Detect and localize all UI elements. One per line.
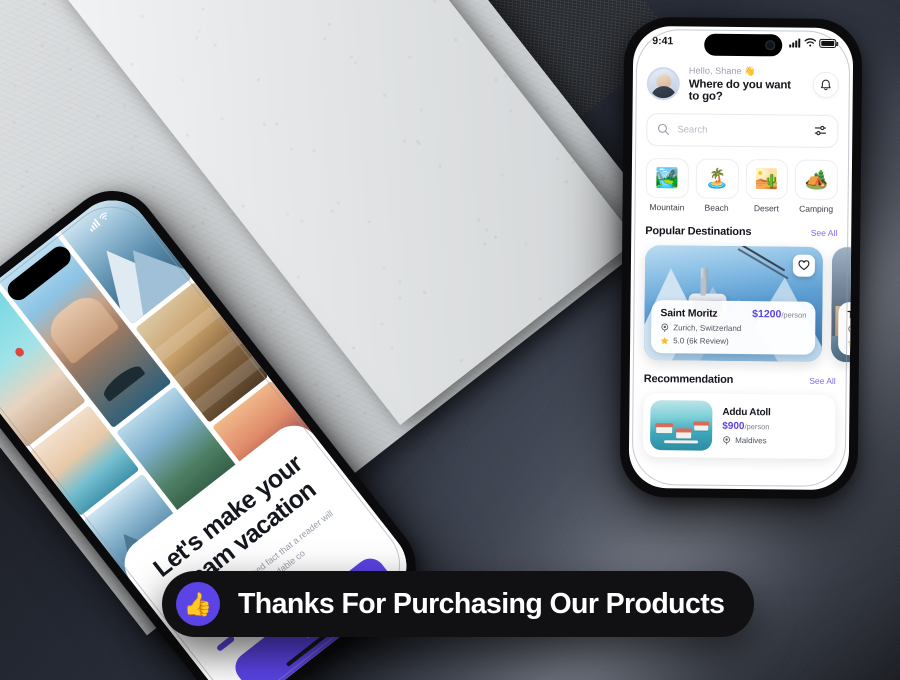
star-icon — [660, 336, 669, 344]
phone-right-screen: 9:41 Hello, Shane 👋 Where do you want to… — [628, 25, 854, 491]
recommendation-name: Addu Atoll — [722, 406, 771, 418]
category-label: Camping — [799, 203, 834, 214]
search-input[interactable]: Search — [646, 112, 839, 148]
see-all-link-popular[interactable]: See All — [811, 227, 838, 237]
status-bar: 9:41 — [633, 26, 853, 58]
greeting-text: Hello, Shane 👋 — [688, 65, 756, 77]
destination-rating-row: 5.0 (6k Review) — [660, 336, 806, 347]
filter-sliders-icon[interactable] — [814, 125, 827, 137]
recommendation-photo — [649, 399, 713, 451]
search-icon — [657, 123, 669, 135]
wifi-icon — [803, 38, 816, 47]
section-title: Recommendation — [643, 372, 734, 386]
banner-text: Thanks For Purchasing Our Products — [238, 587, 725, 620]
category-item-mountain[interactable]: 🏞️ Mountain — [645, 157, 689, 212]
front-camera-icon — [765, 40, 776, 51]
phone-mockup-home: 9:41 Hello, Shane 👋 Where do you want to… — [619, 16, 863, 500]
destination-name: Saint Moritz — [660, 306, 718, 320]
battery-icon — [819, 38, 837, 48]
notification-button[interactable] — [812, 71, 839, 99]
favorite-button[interactable] — [792, 254, 816, 277]
mountain-icon: 🏞️ — [645, 157, 689, 198]
destination-card-tokyo[interactable]: Tok — [830, 246, 854, 363]
star-icon — [847, 338, 854, 346]
home-content: Hello, Shane 👋 Where do you want to go? — [629, 56, 854, 459]
thumbs-up-icon: 👍 — [176, 582, 220, 626]
recommendation-info: Addu Atoll $900/person Maldives — [722, 406, 828, 445]
category-label: Desert — [753, 202, 779, 213]
location-pin-icon — [848, 325, 854, 334]
heart-outline-icon — [798, 260, 810, 271]
beach-icon: 🏝️ — [695, 158, 739, 199]
category-list: 🏞️ Mountain 🏝️ Beach 🏜️ Desert 🏕️ Campin… — [645, 157, 839, 214]
category-item-camping[interactable]: 🏕️ Camping — [794, 159, 839, 214]
destination-name: Tok — [847, 308, 854, 321]
location-pin-icon — [661, 323, 669, 332]
destination-info: Tok — [837, 301, 854, 356]
cellular-signal-icon — [789, 38, 801, 48]
home-header: Hello, Shane 👋 Where do you want to go? — [646, 65, 839, 104]
recommendation-location: Maldives — [735, 435, 767, 445]
recommendation-price: $900/person — [722, 420, 770, 432]
destination-rating: 5.0 (6k Review) — [673, 335, 729, 346]
location-pin-icon — [723, 435, 731, 445]
category-item-desert[interactable]: 🏜️ Desert — [745, 158, 789, 213]
desert-icon: 🏜️ — [745, 158, 789, 199]
popular-section-header: Popular Destinations See All — [645, 224, 837, 238]
destination-price: $1200/person — [752, 307, 807, 320]
destination-location: Zurich, Switzerland — [673, 322, 742, 333]
see-all-link-recommendation[interactable]: See All — [809, 375, 836, 385]
progress-dot-active[interactable] — [215, 634, 236, 653]
avatar[interactable] — [646, 66, 680, 101]
status-icons — [789, 37, 837, 48]
greeting-block: Hello, Shane 👋 Where do you want to go? — [689, 65, 804, 103]
category-label: Beach — [704, 202, 729, 213]
thank-you-banner: 👍 Thanks For Purchasing Our Products — [162, 571, 754, 637]
popular-destinations-carousel[interactable]: Saint Moritz $1200/person Zurich, Switze… — [643, 244, 854, 363]
destination-info: Saint Moritz $1200/person Zurich, Switze… — [651, 299, 816, 355]
page-title: Where do you want to go? — [688, 77, 791, 103]
presentation-scene: 9:41 Hello, Shane 👋 Where do you want to… — [0, 0, 900, 680]
recommendation-item-addu-atoll[interactable]: Addu Atoll $900/person Maldives — [642, 392, 836, 459]
notification-bell-icon — [820, 79, 831, 90]
destination-location-row: Zurich, Switzerland — [660, 323, 806, 334]
dynamic-island — [704, 33, 783, 57]
search-placeholder: Search — [677, 123, 708, 136]
destination-rating-row — [847, 338, 854, 348]
section-title: Popular Destinations — [645, 224, 752, 238]
category-label: Mountain — [649, 201, 685, 212]
recommendation-section-header: Recommendation See All — [644, 372, 836, 386]
destination-location-row — [847, 325, 854, 335]
recommendation-location-row: Maldives — [722, 435, 828, 445]
status-time: 9:41 — [652, 35, 674, 48]
camping-icon: 🏕️ — [794, 159, 839, 200]
category-item-beach[interactable]: 🏝️ Beach — [695, 158, 739, 213]
destination-card-saint-moritz[interactable]: Saint Moritz $1200/person Zurich, Switze… — [643, 244, 824, 362]
